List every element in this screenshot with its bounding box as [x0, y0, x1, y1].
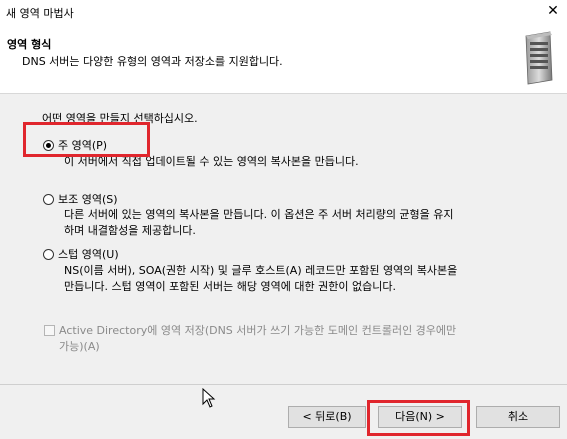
stub-zone-option[interactable]: 스텁 영역(U) — [43, 246, 119, 262]
stub-zone-radio[interactable] — [43, 248, 54, 260]
cancel-button[interactable]: 취소 — [476, 406, 560, 428]
close-icon[interactable]: ✕ — [545, 0, 561, 22]
mouse-cursor-icon — [202, 388, 216, 408]
ad-integrated-label: Active Directory에 영역 저장(DNS 서버가 쓰기 가능한 도… — [59, 323, 519, 355]
secondary-zone-radio[interactable] — [43, 193, 54, 205]
back-button[interactable]: < 뒤로(B) — [288, 406, 366, 428]
secondary-zone-description-line: 하며 내결함성을 제공합니다. — [64, 224, 196, 237]
ad-integrated-checkbox — [44, 325, 55, 336]
window-title: 새 영역 마법사 — [6, 7, 74, 20]
stub-zone-description: NS(이름 서버), SOA(권한 시작) 및 글루 호스트(A) 레코드만 포… — [64, 263, 457, 295]
secondary-zone-label: 보조 영역(S) — [58, 193, 118, 206]
stub-zone-description-line: 만듭니다. 스텁 영역이 포함된 서버는 해당 영역에 대한 권한이 없습니다. — [64, 280, 396, 293]
page-subtitle: DNS 서버는 다양한 유형의 영역과 저장소를 지원합니다. — [22, 55, 283, 68]
wizard-header: 영역 형식 DNS 서버는 다양한 유형의 영역과 저장소를 지원합니다. — [0, 26, 567, 94]
server-icon — [525, 31, 553, 85]
next-button-highlight — [367, 400, 470, 436]
ad-integrated-option: Active Directory에 영역 저장(DNS 서버가 쓰기 가능한 도… — [44, 323, 519, 355]
stub-zone-description-line: NS(이름 서버), SOA(권한 시작) 및 글루 호스트(A) 레코드만 포… — [64, 264, 458, 277]
ad-integrated-label-line: Active Directory에 영역 저장(DNS 서버가 쓰기 가능한 도… — [59, 324, 457, 337]
secondary-zone-option[interactable]: 보조 영역(S) — [43, 191, 118, 207]
stub-zone-label: 스텁 영역(U) — [58, 248, 119, 261]
secondary-zone-description-line: 다른 서버에 있는 영역의 복사본을 만듭니다. 이 옵션은 주 서버 처리량의… — [64, 208, 454, 221]
page-title: 영역 형식 — [7, 38, 52, 51]
ad-integrated-label-line: 가능)(A) — [59, 340, 100, 353]
title-bar: 새 영역 마법사 ✕ — [0, 0, 567, 26]
secondary-zone-description: 다른 서버에 있는 영역의 복사본을 만듭니다. 이 옵션은 주 서버 처리량의… — [64, 207, 454, 239]
primary-zone-highlight — [23, 122, 150, 157]
footer-divider — [0, 384, 567, 385]
